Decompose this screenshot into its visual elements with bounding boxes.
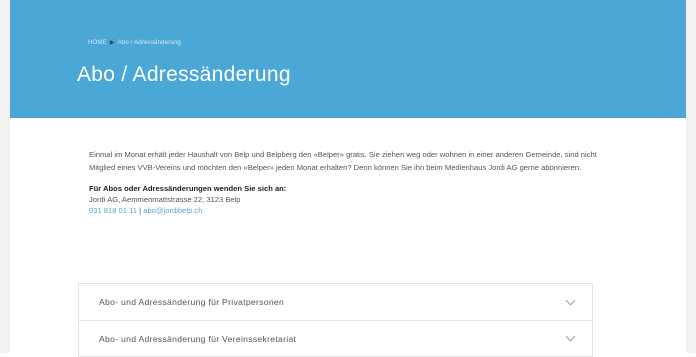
chevron-down-icon[interactable] <box>565 331 576 342</box>
email-link[interactable]: abo@jordibelp.ch <box>143 206 202 215</box>
breadcrumb-home-link[interactable]: HOME <box>88 40 107 46</box>
accordion-item-label: Abo- und Adressänderung für Privatperson… <box>99 297 285 307</box>
phone-link[interactable]: 031 818 01 11 <box>89 206 137 215</box>
accordion-item-vereinssekretariat[interactable]: Abo- und Adressänderung für Vereinssekre… <box>78 320 593 357</box>
page-header-banner: HOME ▶ Abo / Adressänderung <box>10 0 686 118</box>
chevron-down-icon[interactable] <box>565 295 576 305</box>
right-gutter <box>686 0 696 353</box>
contact-heading: Für Abos oder Adressänderungen wenden Si… <box>89 184 287 193</box>
contact-block: Für Abos oder Adressänderungen wenden Si… <box>89 183 609 216</box>
contact-divider: | <box>139 206 142 215</box>
breadcrumb-separator-icon: ▶ <box>109 40 115 46</box>
page-title: Abo / Adressänderung <box>77 63 291 86</box>
breadcrumb-current: Abo / Adressänderung <box>117 39 182 46</box>
main-content: Einmal im Monat erhält jeder Haushalt vo… <box>89 148 609 216</box>
accordion-item-label: Abo- und Adressänderung für Vereinssekre… <box>99 333 297 344</box>
page: HOME ▶ Abo / Adressänderung Abo / Adress… <box>0 0 696 357</box>
contact-address: Jordi AG, Aemmenmattstrasse 22, 3123 Bel… <box>89 195 241 204</box>
accordion-item-privatpersonen[interactable]: Abo- und Adressänderung für Privatperson… <box>78 283 593 320</box>
left-gutter <box>0 0 10 353</box>
accordion: Abo- und Adressänderung für Privatperson… <box>78 283 593 357</box>
intro-paragraph: Einmal im Monat erhält jeder Haushalt vo… <box>89 150 597 172</box>
breadcrumb: HOME ▶ Abo / Adressänderung <box>88 39 182 47</box>
contact-links: 031 818 01 11 | abo@jordibelp.ch <box>89 205 609 216</box>
